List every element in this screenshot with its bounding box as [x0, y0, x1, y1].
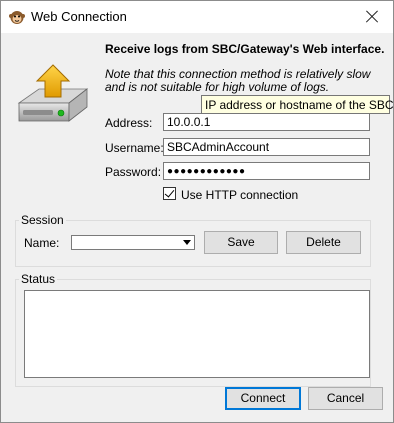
monkey-icon [9, 11, 25, 24]
session-name-label: Name: [24, 236, 60, 250]
status-group-title: Status [19, 272, 58, 286]
status-textbox[interactable] [24, 290, 370, 378]
password-input[interactable]: ●●●●●●●●●●●● [163, 162, 370, 180]
delete-button[interactable]: Delete [286, 231, 361, 254]
cancel-button[interactable]: Cancel [308, 387, 383, 410]
hard-drive-upload-icon [17, 64, 89, 122]
connect-button[interactable]: Connect [225, 387, 301, 410]
title-bar: Web Connection [1, 1, 393, 33]
username-label: Username: [105, 141, 164, 155]
password-label: Password: [105, 165, 162, 179]
save-button[interactable]: Save [204, 231, 278, 254]
window-title: Web Connection [31, 9, 127, 24]
web-connection-dialog: Web Connection Receive logs from SBC/Gat… [0, 0, 394, 423]
chevron-down-icon[interactable] [183, 240, 191, 245]
dialog-note: Note that this connection method is rela… [105, 67, 371, 94]
dialog-body: Receive logs from SBC/Gateway's Web inte… [1, 33, 394, 422]
close-icon[interactable] [361, 6, 383, 28]
address-input[interactable] [163, 113, 370, 131]
dialog-heading: Receive logs from SBC/Gateway's Web inte… [105, 42, 385, 56]
use-http-label: Use HTTP connection [181, 188, 299, 202]
session-group-title: Session [19, 213, 66, 227]
address-tooltip: IP address or hostname of the SBC [201, 95, 394, 114]
username-input[interactable] [163, 138, 370, 156]
use-http-checkbox[interactable] [163, 187, 176, 200]
session-name-combo[interactable] [71, 235, 195, 250]
address-label: Address: [105, 116, 153, 130]
